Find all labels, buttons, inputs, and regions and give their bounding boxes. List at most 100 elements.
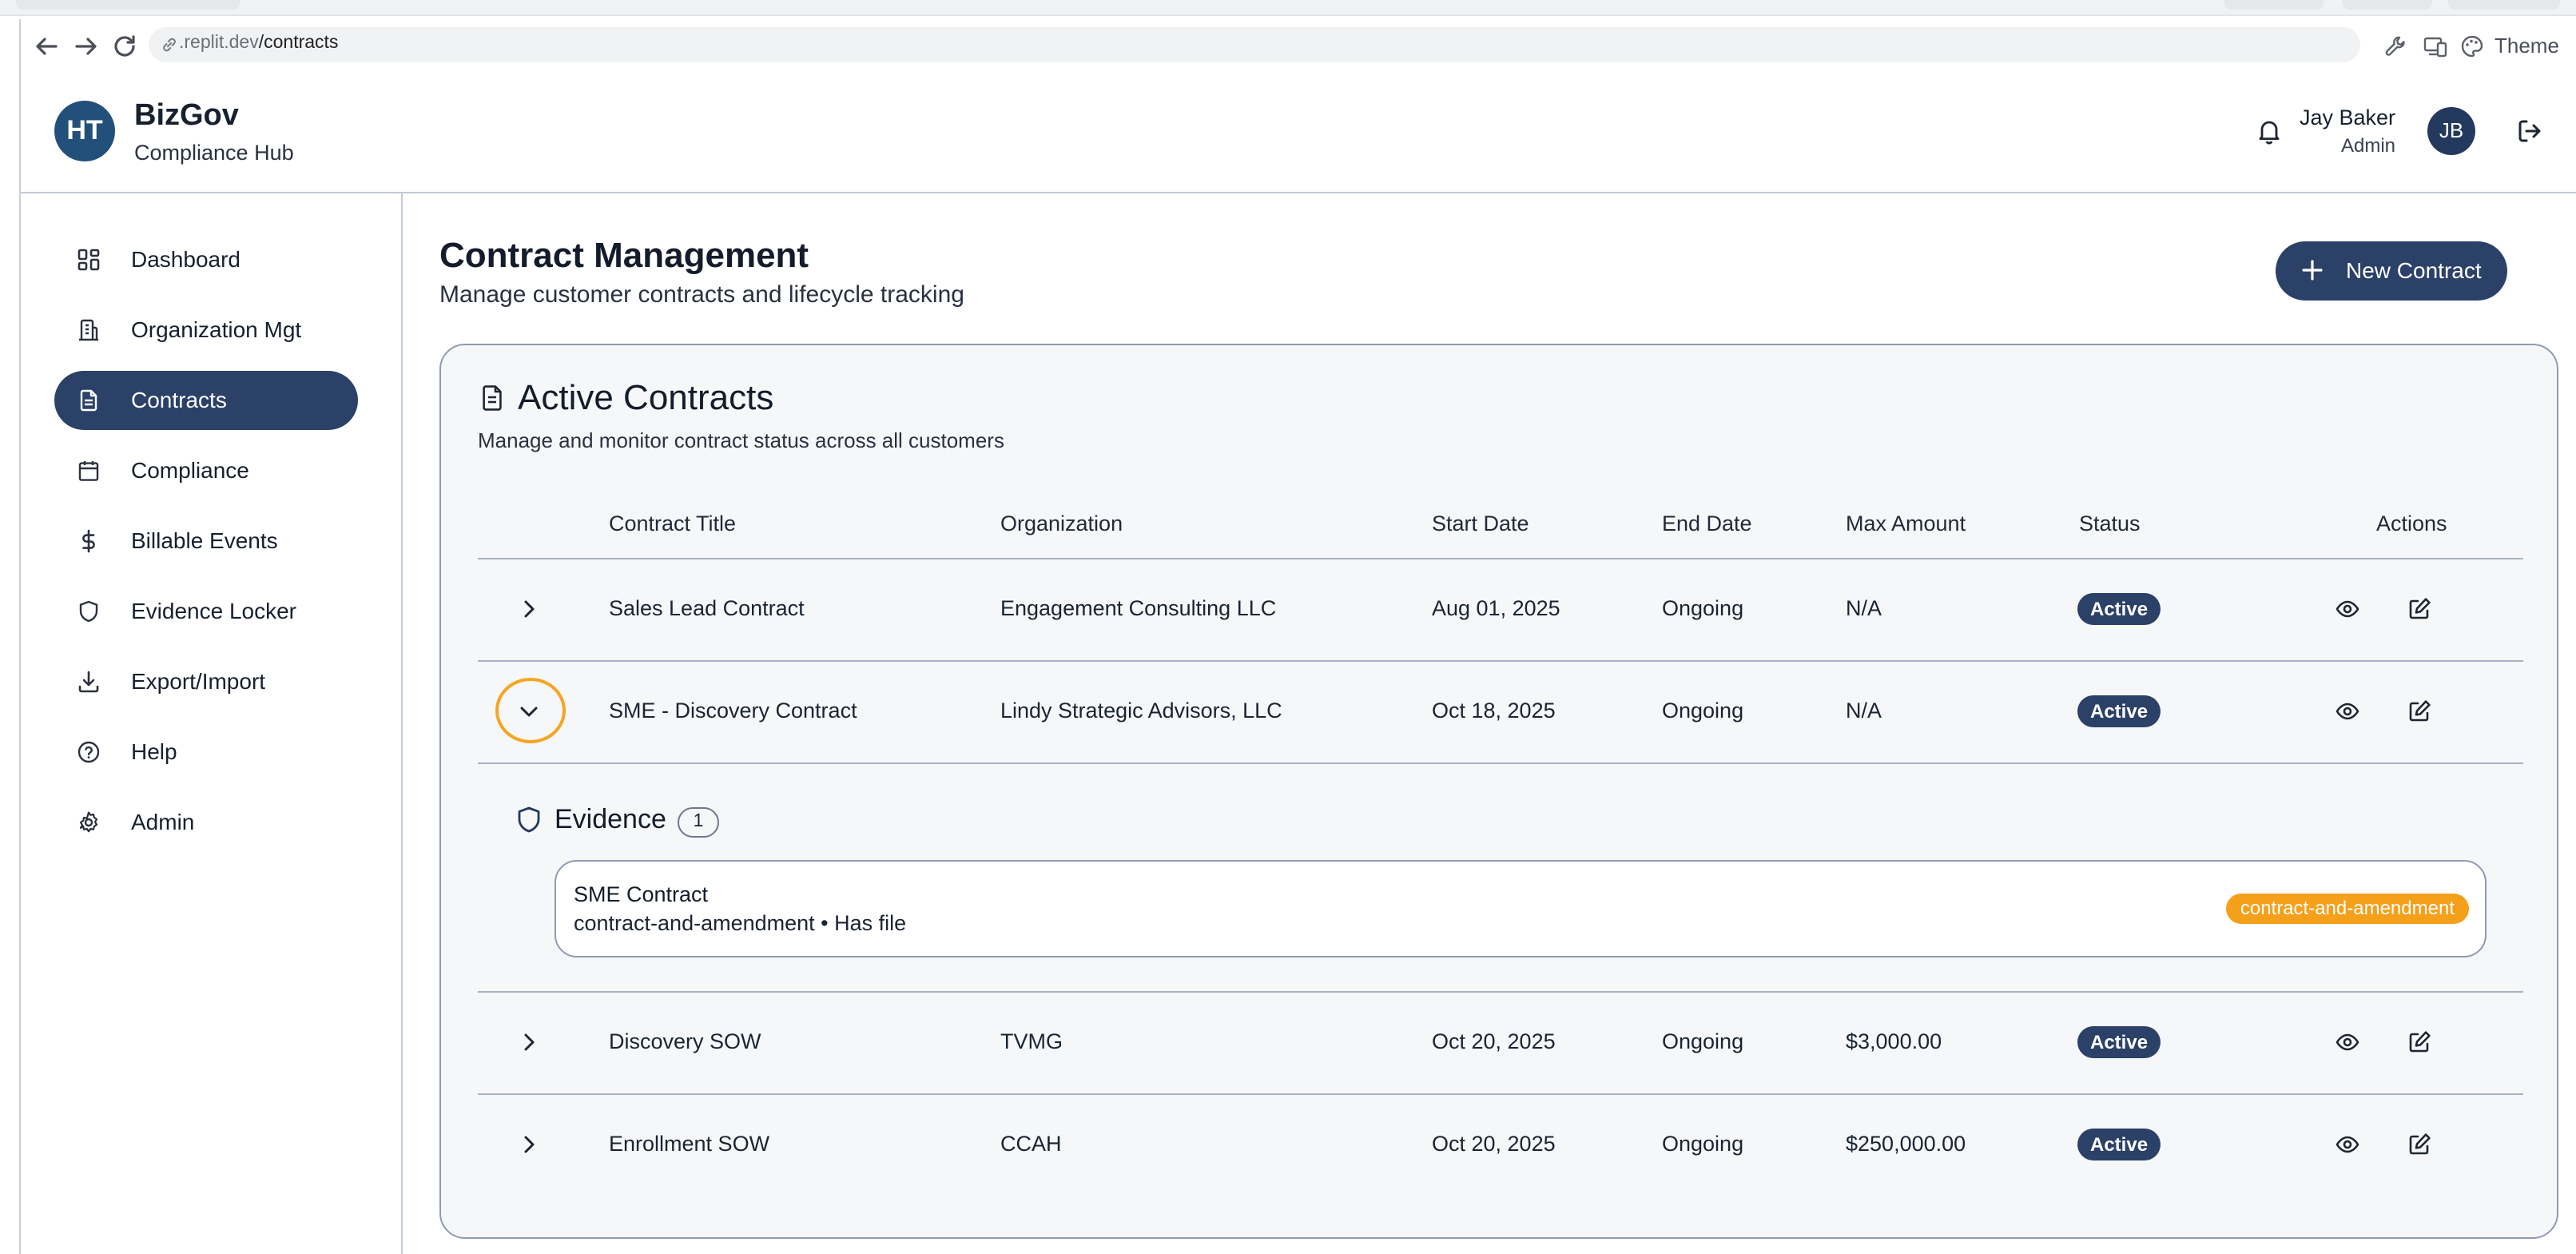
sidebar-item-evidence-locker[interactable]: Evidence Locker [54,582,358,641]
max-amount: N/A [1846,596,1882,620]
end-date: Ongoing [1662,699,1744,723]
sidebar-item-label: Contracts [131,387,227,412]
new-contract-label: New Contract [2346,257,2482,283]
eye-icon[interactable] [2335,1132,2360,1157]
new-contract-button[interactable]: New Contract [2276,241,2507,301]
edit-icon[interactable] [2407,699,2432,724]
url-text: .replit.dev/contracts [179,34,338,53]
brand-name: BizGov [134,99,239,133]
contract-title: Enrollment SOW [609,1132,770,1156]
url-path: /contracts [258,34,339,53]
sidebar-item-label: Evidence Locker [131,598,297,623]
table-row[interactable]: Enrollment SOW CCAH Oct 20, 2025 Ongoing… [478,1095,2523,1196]
chevron-right-icon[interactable] [516,1132,542,1157]
logo[interactable]: HT [54,101,115,161]
sidebar-item-label: Compliance [131,457,249,483]
sidebar-item-label: Billable Events [131,527,278,553]
sidebar-item-contracts[interactable]: Contracts [54,371,358,430]
eye-icon[interactable] [2335,699,2360,724]
browser-tab[interactable] [16,0,240,10]
status-badge: Active [2077,1026,2161,1058]
sidebar-item-organization-mgt[interactable]: Organization Mgt [54,301,358,360]
sidebar-item-compliance[interactable]: Compliance [54,441,358,500]
wrench-icon[interactable] [2383,34,2408,59]
sidebar-item-billable-events[interactable]: Billable Events [54,512,358,571]
sidebar-item-label: Export/Import [131,668,266,694]
column-header-start-date[interactable]: Start Date [1432,512,1529,535]
sidebar-item-dashboard[interactable]: Dashboard [54,230,358,289]
column-header-organization[interactable]: Organization [1000,512,1123,535]
edit-icon[interactable] [2407,596,2432,622]
browser-tab-button[interactable] [2448,0,2560,10]
max-amount: $3,000.00 [1846,1029,1942,1053]
max-amount: $250,000.00 [1846,1132,1966,1156]
evidence-item[interactable]: SME Contract contract-and-amendment • Ha… [555,860,2487,957]
max-amount: N/A [1846,699,1882,723]
sidebar-item-label: Help [131,738,177,764]
status-badge: Active [2077,1129,2161,1160]
building-icon [77,318,101,342]
organization: Engagement Consulting LLC [1000,596,1277,620]
browser-tab-button[interactable] [2224,0,2324,10]
evidence-panel: Evidence 1 SME Contract contract-and-ame… [478,764,2523,988]
contract-title: SME - Discovery Contract [609,699,857,723]
column-header-max-amount[interactable]: Max Amount [1846,512,1966,535]
sidebar-item-export-import[interactable]: Export/Import [54,652,358,711]
sidebar: Dashboard Organization Mgt Contracts Com… [21,193,403,1254]
back-arrow-icon[interactable] [32,32,61,61]
evidence-title: Evidence [555,804,666,834]
link-icon [160,35,179,54]
card-title: Active Contracts [518,377,774,417]
avatar[interactable]: JB [2427,107,2475,155]
sidebar-item-help[interactable]: Help [54,723,358,782]
eye-icon[interactable] [2335,596,2360,622]
logout-icon[interactable] [2515,117,2544,145]
edit-icon[interactable] [2407,1132,2432,1157]
shield-icon [516,806,542,834]
status-badge: Active [2077,593,2161,625]
plus-icon [2301,259,2324,281]
dollar-icon [77,529,101,553]
chevron-right-icon[interactable] [516,1029,542,1055]
start-date: Oct 18, 2025 [1432,699,1556,723]
evidence-type-tag: contract-and-amendment [2225,894,2469,924]
forward-arrow-icon[interactable] [72,32,101,61]
sidebar-item-label: Admin [131,809,195,834]
theme-label[interactable]: Theme [2495,34,2559,58]
chevron-down-icon[interactable] [516,699,542,724]
organization: CCAH [1000,1132,1062,1156]
sidebar-item-label: Dashboard [131,246,241,272]
app-frame: HT BizGov Compliance Hub Jay Baker Admin… [19,74,2576,1254]
table-row[interactable]: Sales Lead Contract Engagement Consultin… [478,559,2523,660]
devices-icon[interactable] [2423,34,2448,59]
evidence-count-badge: 1 [678,807,719,838]
column-header-actions: Actions [2376,512,2447,535]
edit-icon[interactable] [2407,1029,2432,1055]
column-header-contract-title[interactable]: Contract Title [609,512,736,535]
sidebar-item-label: Organization Mgt [131,316,302,342]
column-header-end-date[interactable]: End Date [1662,512,1752,535]
table-row[interactable]: Discovery SOW TVMG Oct 20, 2025 Ongoing … [478,993,2523,1093]
column-header-status[interactable]: Status [2079,512,2141,535]
chevron-right-icon[interactable] [516,596,542,622]
bell-icon[interactable] [2255,117,2284,145]
address-bar[interactable]: .replit.dev/contracts [149,27,2360,62]
contract-title: Discovery SOW [609,1029,761,1053]
eye-icon[interactable] [2335,1029,2360,1055]
reload-icon[interactable] [110,32,139,61]
table-row[interactable]: SME - Discovery Contract Lindy Strategic… [478,662,2523,762]
calendar-icon [77,459,101,483]
contract-title: Sales Lead Contract [609,596,805,620]
gear-icon [77,810,101,834]
browser-tab-button[interactable] [2343,0,2432,10]
palette-icon[interactable] [2459,34,2485,59]
url-domain: .replit.dev [179,34,259,53]
end-date: Ongoing [1662,596,1744,620]
sidebar-item-admin[interactable]: Admin [54,793,358,852]
main-content: Contract Management Manage customer cont… [404,193,2576,1254]
grid-icon [77,248,101,272]
user-name: Jay Baker [2299,105,2395,129]
active-contracts-card: Active Contracts Manage and monitor cont… [439,344,2558,1239]
page-title: Contract Management [439,235,809,275]
end-date: Ongoing [1662,1132,1744,1156]
